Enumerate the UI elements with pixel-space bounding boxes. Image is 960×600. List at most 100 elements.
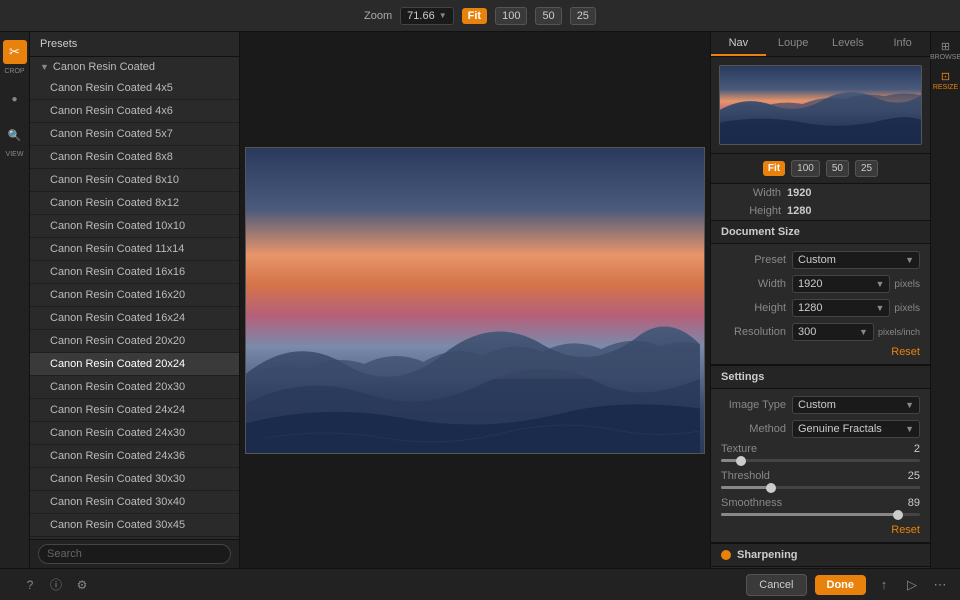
cancel-button[interactable]: Cancel xyxy=(746,574,806,596)
bottom-left-tools: ? ⓘ ⚙ xyxy=(10,575,738,595)
smoothness-thumb[interactable] xyxy=(893,510,903,520)
color-tool-btn[interactable]: ● xyxy=(3,87,27,111)
zoom-50-button[interactable]: 50 xyxy=(535,7,561,25)
list-item[interactable]: Canon Resin Coated 11x14 xyxy=(30,238,239,261)
bottom-toolbar: ? ⓘ ⚙ Cancel Done ↑ ▷ ⋯ xyxy=(0,568,960,600)
list-item[interactable]: Canon Resin Coated 30x40 xyxy=(30,491,239,514)
method-row: Method Genuine Fractals ▼ xyxy=(711,417,930,441)
smoothness-slider-row: Smoothness 89 xyxy=(711,495,930,522)
fit-button[interactable]: Fit xyxy=(462,8,487,24)
list-item[interactable]: Canon Resin Coated 24x24 xyxy=(30,399,239,422)
list-item[interactable]: Canon Resin Coated 16x20 xyxy=(30,284,239,307)
texture-slider-row: Texture 2 xyxy=(711,441,930,468)
method-label: Method xyxy=(721,423,786,435)
list-item[interactable]: Canon Resin Coated 8x12 xyxy=(30,192,239,215)
list-item[interactable]: Canon Resin Coated 8x10 xyxy=(30,169,239,192)
threshold-thumb[interactable] xyxy=(766,483,776,493)
doc-height-label: Height xyxy=(721,302,786,314)
list-item[interactable]: Canon Resin Coated 30x45 xyxy=(30,514,239,537)
export-button[interactable]: ↑ xyxy=(874,575,894,595)
list-item[interactable]: Canon Resin Coated 8x8 xyxy=(30,146,239,169)
method-select[interactable]: Genuine Fractals ▼ xyxy=(792,420,920,438)
image-type-value: Custom xyxy=(798,399,836,411)
width-arrow-icon: ▼ xyxy=(876,279,885,289)
doc-height-input[interactable]: 1280 ▼ xyxy=(792,299,890,317)
presets-group-header[interactable]: ▼ Canon Resin Coated xyxy=(30,57,239,77)
share-button[interactable]: ▷ xyxy=(902,575,922,595)
smoothness-label: Smoothness xyxy=(721,497,782,509)
list-item[interactable]: Canon Resin Coated 30x30 xyxy=(30,468,239,491)
tab-levels[interactable]: Levels xyxy=(821,32,876,56)
threshold-value: 25 xyxy=(908,470,920,482)
list-item[interactable]: Canon Resin Coated 16x24 xyxy=(30,307,239,330)
right-100-button[interactable]: 100 xyxy=(791,160,820,177)
image-type-arrow-icon: ▼ xyxy=(905,400,914,410)
group-label: Canon Resin Coated xyxy=(53,61,155,73)
help-button[interactable]: ? xyxy=(20,575,40,595)
right-fit-button[interactable]: Fit xyxy=(763,161,785,176)
texture-thumb[interactable] xyxy=(736,456,746,466)
list-item[interactable]: Canon Resin Coated 10x10 xyxy=(30,215,239,238)
list-item[interactable]: Canon Resin Coated 20x30 xyxy=(30,376,239,399)
settings-reset[interactable]: Reset xyxy=(711,522,930,538)
settings-button[interactable]: ⚙ xyxy=(72,575,92,595)
threshold-track[interactable] xyxy=(721,486,920,489)
right-25-button[interactable]: 25 xyxy=(855,160,878,177)
tab-nav[interactable]: Nav xyxy=(711,32,766,56)
texture-value: 2 xyxy=(914,443,920,455)
tab-info[interactable]: Info xyxy=(875,32,930,56)
settings-header: Settings xyxy=(711,365,930,389)
list-item[interactable]: Canon Resin Coated 20x20 xyxy=(30,330,239,353)
texture-track[interactable] xyxy=(721,459,920,462)
preset-row: Preset Custom ▼ xyxy=(711,248,930,272)
list-item[interactable]: Canon Resin Coated 16x16 xyxy=(30,261,239,284)
doc-width-input[interactable]: 1920 ▼ xyxy=(792,275,890,293)
preset-label: Preset xyxy=(721,254,786,266)
resize-button[interactable]: ⊡ RESIZE xyxy=(932,66,960,94)
image-type-label: Image Type xyxy=(721,399,786,411)
list-item[interactable]: Canon Resin Coated 20x24 xyxy=(30,353,239,376)
resolution-row: Resolution 300 ▼ pixels/inch xyxy=(711,320,930,344)
crop-tool-btn[interactable]: ✂ xyxy=(3,40,27,64)
search-input[interactable] xyxy=(38,544,231,564)
doc-width-label: Width xyxy=(721,278,786,290)
list-item[interactable]: Canon Resin Coated 4x6 xyxy=(30,100,239,123)
texture-label: Texture xyxy=(721,443,757,455)
resolution-label: Resolution xyxy=(721,326,786,338)
list-item[interactable]: Canon Resin Coated 24x36 xyxy=(30,445,239,468)
thumbnail-svg xyxy=(720,66,921,144)
thumbnail xyxy=(719,65,922,145)
document-size-header: Document Size xyxy=(711,220,930,244)
info-button[interactable]: ⓘ xyxy=(46,575,66,595)
thumbnail-container xyxy=(711,57,930,154)
resolution-input[interactable]: 300 ▼ xyxy=(792,323,874,341)
zoom-dropdown-icon: ▼ xyxy=(439,11,447,20)
zoom-100-button[interactable]: 100 xyxy=(495,7,527,25)
list-item[interactable]: Canon Resin Coated 24x30 xyxy=(30,422,239,445)
right-50-button[interactable]: 50 xyxy=(826,160,849,177)
presets-header: Presets xyxy=(30,32,239,57)
doc-height-row: Height 1280 ▼ pixels xyxy=(711,296,930,320)
more-button[interactable]: ⋯ xyxy=(930,575,950,595)
browse-label: BROWSE xyxy=(930,54,960,61)
sharpening-dot xyxy=(721,550,731,560)
done-button[interactable]: Done xyxy=(815,575,867,595)
preset-select[interactable]: Custom ▼ xyxy=(792,251,920,269)
image-type-select[interactable]: Custom ▼ xyxy=(792,396,920,414)
browse-button[interactable]: ⊞ BROWSE xyxy=(932,36,960,64)
tool-panel: ✂ CROP ● 🔍 VIEW xyxy=(0,32,30,568)
tab-loupe[interactable]: Loupe xyxy=(766,32,821,56)
zoom-display[interactable]: 71.66 ▼ xyxy=(400,7,453,25)
height-row: Height 1280 xyxy=(711,202,930,220)
search-tool-btn[interactable]: 🔍 xyxy=(3,123,27,147)
zoom-25-button[interactable]: 25 xyxy=(570,7,596,25)
list-item[interactable]: Canon Resin Coated 5x7 xyxy=(30,123,239,146)
search-bar xyxy=(30,539,239,568)
list-item[interactable]: Canon Resin Coated 4x5 xyxy=(30,77,239,100)
sharpening-header[interactable]: Sharpening xyxy=(711,543,930,567)
presets-list: Canon Resin Coated 4x5Canon Resin Coated… xyxy=(30,77,239,539)
group-arrow-icon: ▼ xyxy=(40,62,49,72)
resolution-value: 300 xyxy=(798,326,816,338)
doc-size-reset[interactable]: Reset xyxy=(711,344,930,360)
smoothness-track[interactable] xyxy=(721,513,920,516)
